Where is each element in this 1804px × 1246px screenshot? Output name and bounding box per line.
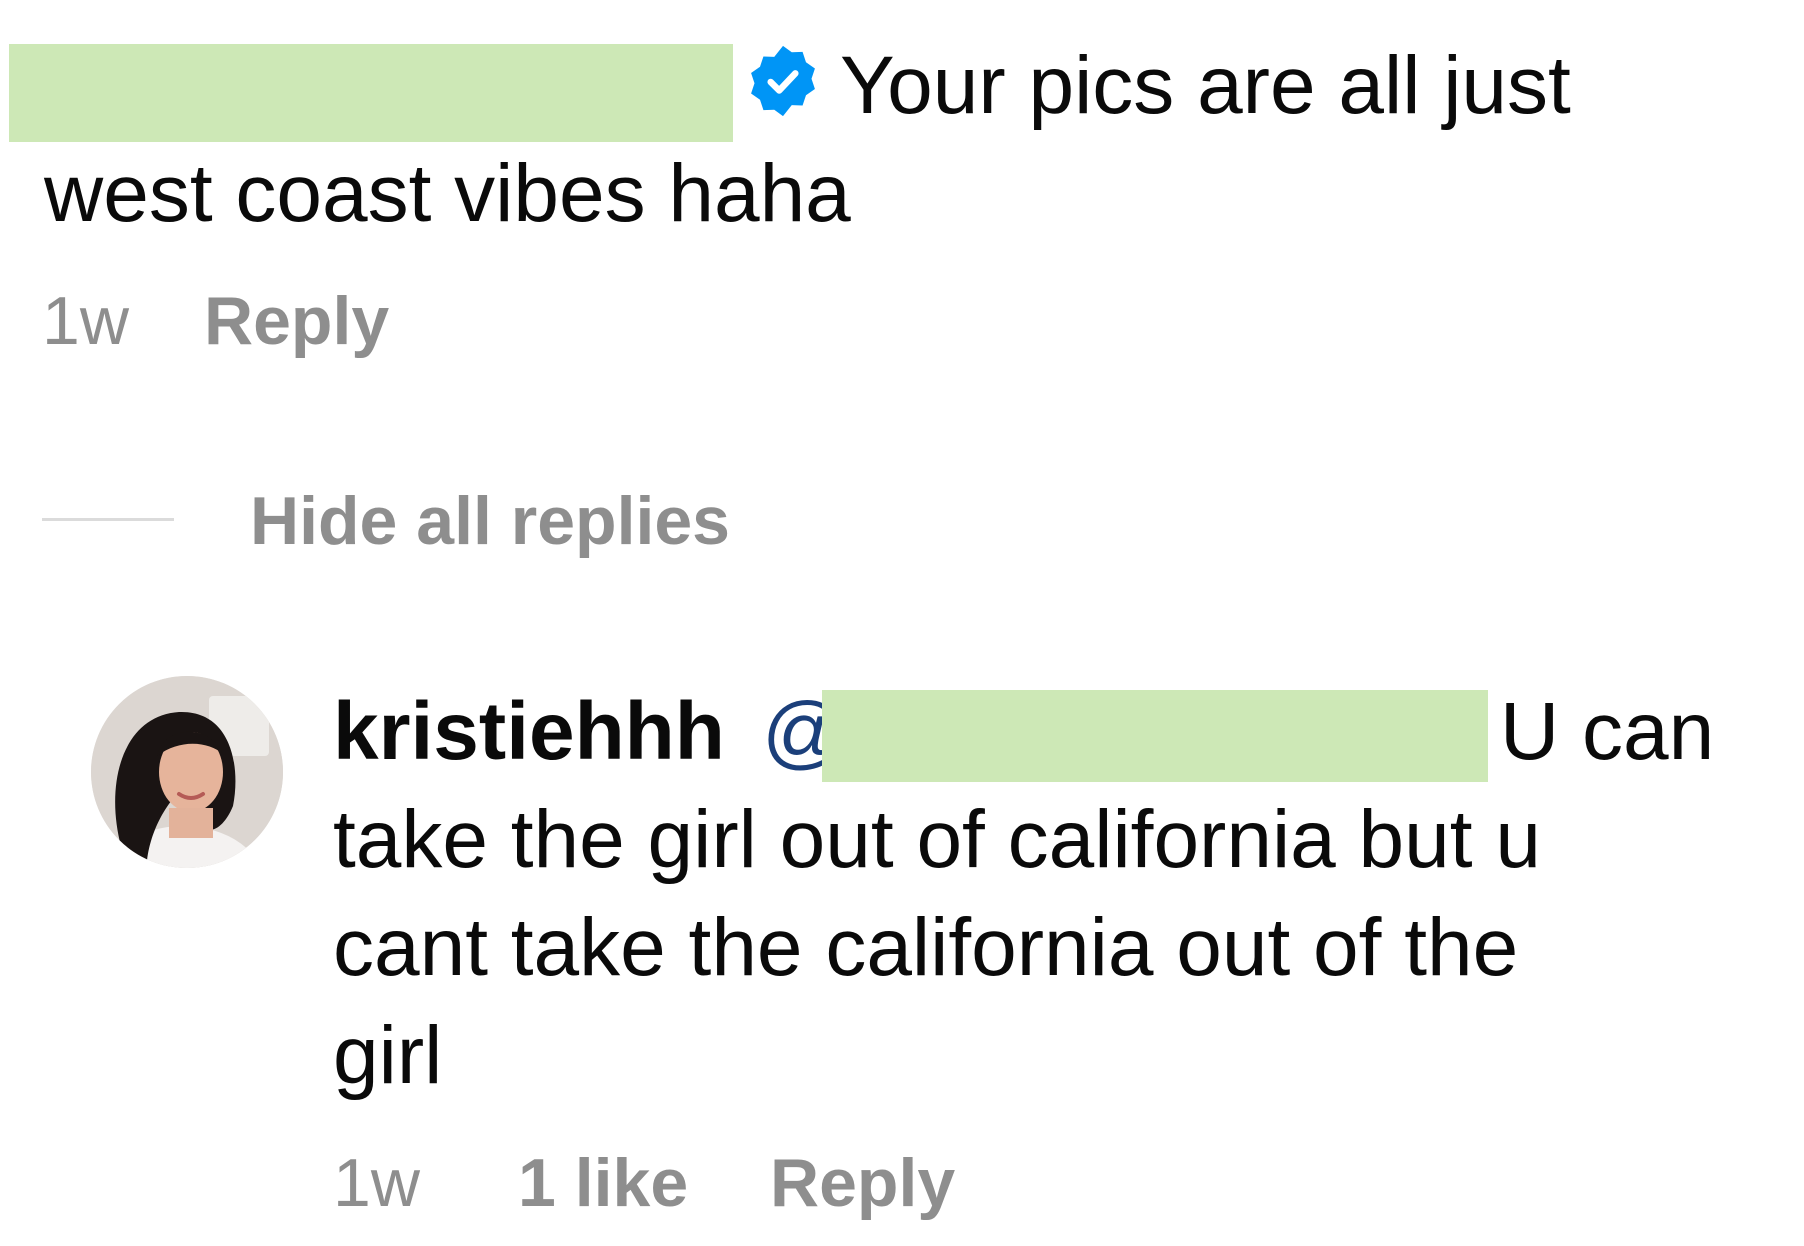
reply-text-line2: take the girl out of california but u: [333, 794, 1541, 885]
comment-reply-button[interactable]: Reply: [204, 282, 389, 360]
hide-replies-button[interactable]: Hide all replies: [250, 482, 730, 560]
reply-timestamp: 1w: [333, 1145, 420, 1221]
reply-text-line1: U can: [1500, 686, 1715, 777]
avatar[interactable]: [91, 676, 283, 868]
reply-username[interactable]: kristiehhh: [333, 678, 725, 786]
redacted-username: [9, 44, 733, 142]
comment-text-line2: west coast vibes haha: [44, 148, 851, 239]
comment-timestamp: 1w: [42, 283, 129, 359]
reply-text-line3: cant take the california out of the: [333, 902, 1519, 993]
comment-text-line1: Your pics are all just: [840, 40, 1571, 131]
reply-reply-button[interactable]: Reply: [770, 1144, 955, 1222]
reply-text-line4: girl: [333, 1010, 443, 1101]
reply-likes[interactable]: 1 like: [518, 1144, 688, 1222]
replies-divider: [42, 518, 174, 521]
redacted-mention: [822, 690, 1488, 782]
verified-badge-icon: [745, 43, 821, 119]
